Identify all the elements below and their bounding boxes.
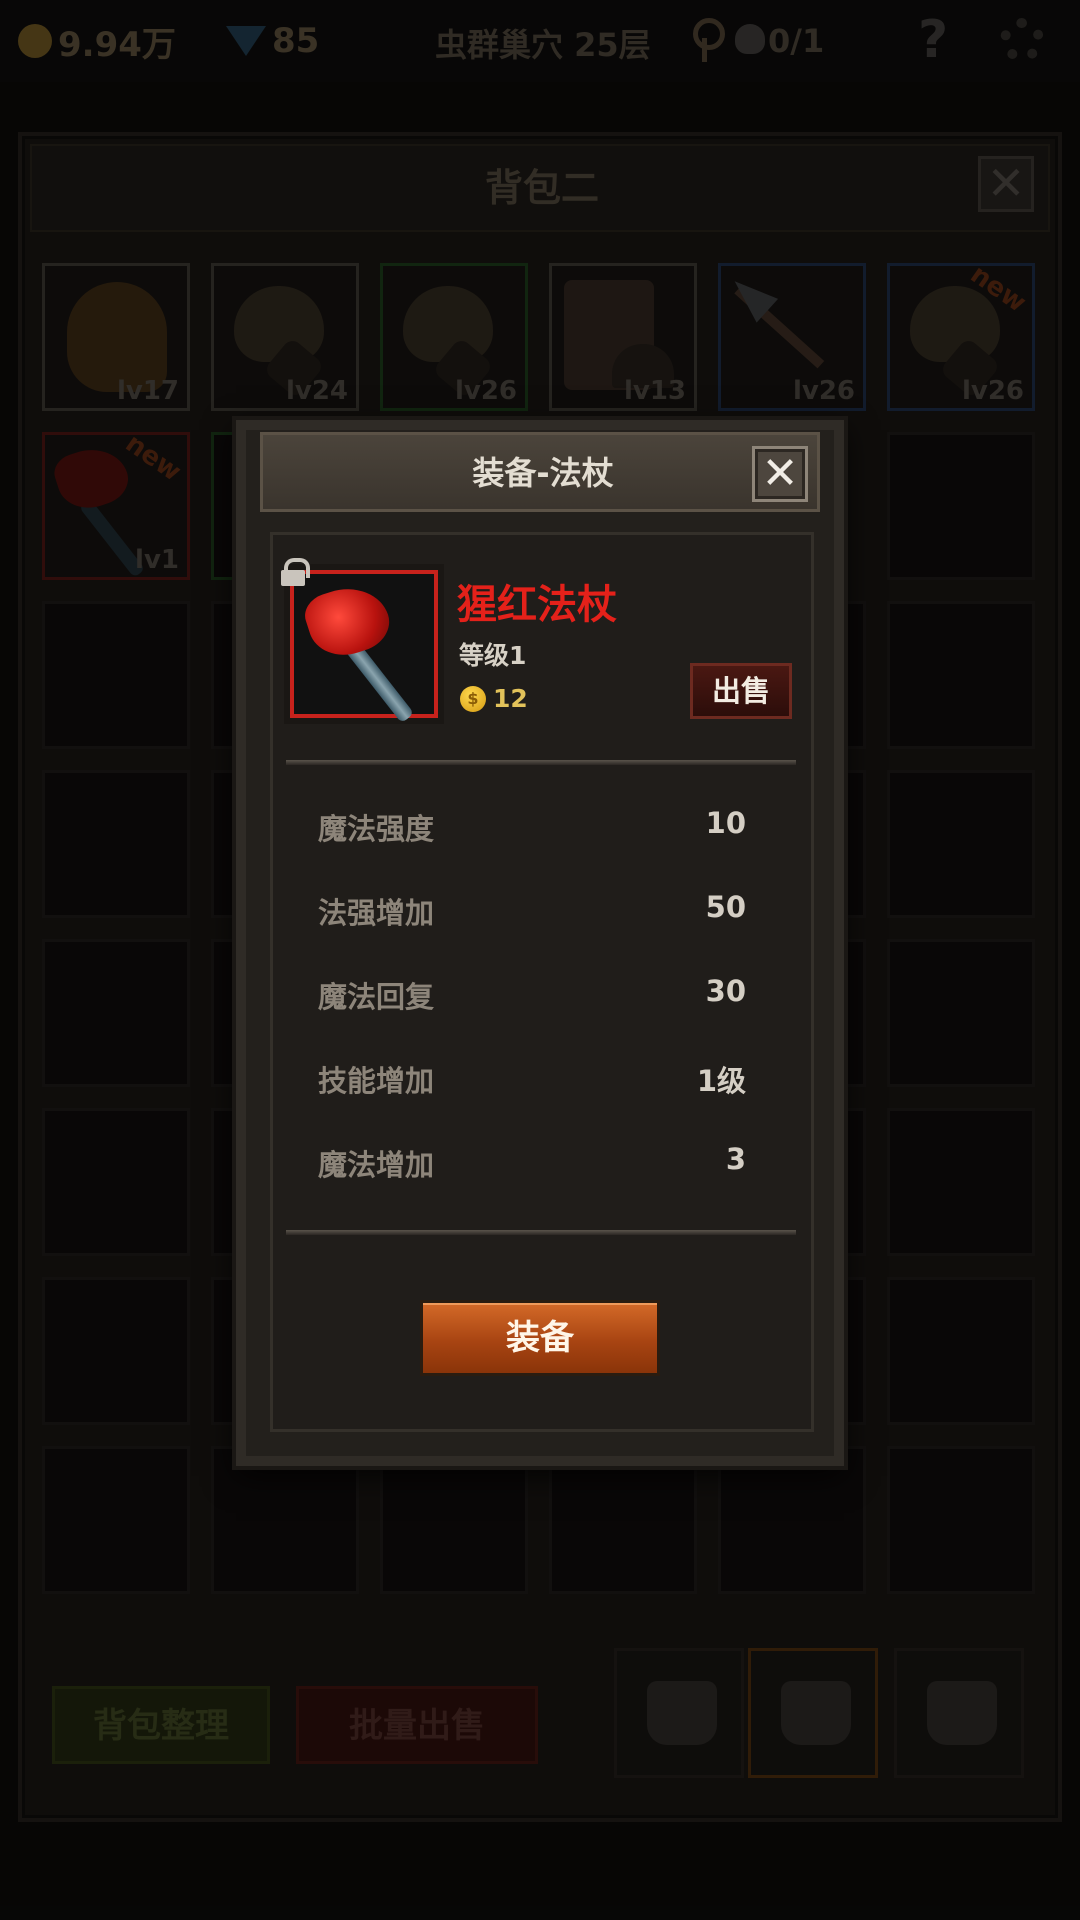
modal-close-button[interactable]: ✕ bbox=[752, 446, 808, 502]
red-crystal-icon bbox=[299, 577, 397, 665]
gold-coin-icon: $ bbox=[460, 686, 486, 712]
lock-icon[interactable] bbox=[281, 558, 310, 586]
modal-title: 装备-法杖 bbox=[472, 454, 614, 492]
item-sell-price: 12 bbox=[493, 684, 528, 713]
stat-name: 魔法强度 bbox=[318, 812, 435, 846]
item-level-label: 等级1 bbox=[459, 641, 527, 670]
stat-value: 30 bbox=[705, 974, 746, 1008]
stat-value: 50 bbox=[705, 890, 746, 924]
stat-name: 技能增加 bbox=[318, 1064, 435, 1098]
stat-value: 10 bbox=[705, 806, 746, 840]
sell-button[interactable]: 出售 bbox=[690, 663, 792, 719]
stat-value: 3 bbox=[725, 1142, 746, 1176]
stat-value: 1级 bbox=[696, 1064, 746, 1098]
stat-name: 魔法增加 bbox=[318, 1148, 435, 1182]
modal-header: 装备-法杖 bbox=[260, 432, 820, 512]
stat-name: 魔法回复 bbox=[318, 980, 435, 1014]
divider bbox=[286, 1230, 796, 1235]
item-portrait bbox=[290, 570, 438, 724]
divider bbox=[286, 760, 796, 765]
item-name: 猩红法杖 bbox=[457, 582, 617, 628]
game-screen: 9.94万 85 虫群巢穴 25层 0/1 ? 背包二 ✕ lv17 lv24 … bbox=[0, 0, 1080, 1920]
equip-button[interactable]: 装备 bbox=[420, 1300, 660, 1376]
stat-name: 法强增加 bbox=[318, 896, 435, 930]
